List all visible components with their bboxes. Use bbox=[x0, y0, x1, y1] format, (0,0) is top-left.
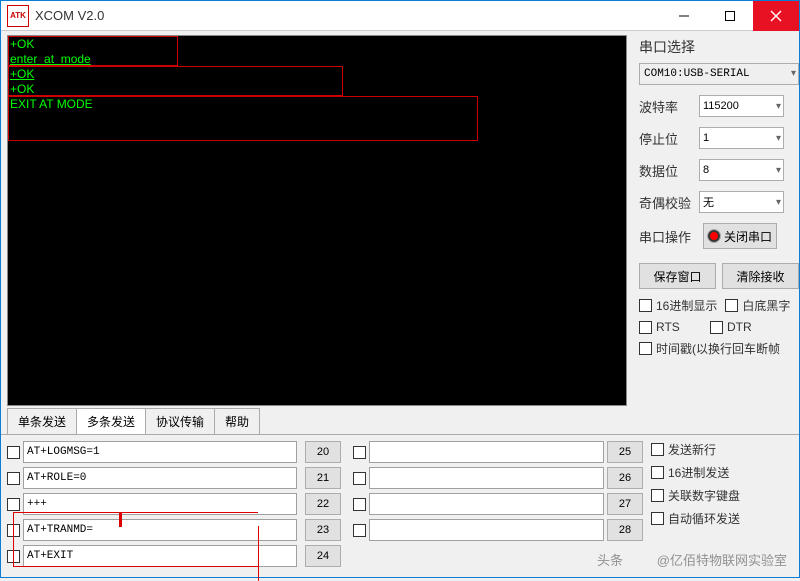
baud-label: 波特率 bbox=[639, 97, 699, 116]
tab-protocol[interactable]: 协议传输 bbox=[145, 408, 215, 434]
serial-settings-panel: 串口选择 COM10:USB-SERIAL 波特率115200 停止位1 数据位… bbox=[631, 31, 799, 406]
maximize-button[interactable] bbox=[707, 1, 753, 31]
app-logo: ATK bbox=[7, 5, 29, 27]
timestamp-checkbox[interactable] bbox=[639, 342, 652, 355]
numpad-label: 关联数字键盘 bbox=[668, 487, 740, 504]
cursor-indicator bbox=[119, 513, 122, 527]
send-slot-input[interactable] bbox=[369, 519, 604, 541]
highlight-box bbox=[8, 36, 178, 66]
annotation-line bbox=[13, 512, 258, 513]
autoloop-label: 自动循环发送 bbox=[668, 510, 740, 527]
databit-select[interactable]: 8 bbox=[699, 159, 784, 181]
send-slot-checkbox[interactable] bbox=[353, 446, 366, 459]
send-slot-button[interactable]: 21 bbox=[305, 467, 341, 489]
titlebar: ATK XCOM V2.0 bbox=[1, 1, 799, 31]
parity-label: 奇偶校验 bbox=[639, 193, 699, 212]
stopbit-label: 停止位 bbox=[639, 129, 699, 148]
watermark-author: @亿佰特物联网实验室 bbox=[657, 550, 787, 569]
hex-display-label: 16进制显示 bbox=[656, 297, 717, 314]
close-button[interactable] bbox=[753, 1, 799, 31]
send-slot-button[interactable]: 25 bbox=[607, 441, 643, 463]
port-select[interactable]: COM10:USB-SERIAL bbox=[639, 63, 799, 85]
autoloop-checkbox[interactable] bbox=[651, 512, 664, 525]
send-slot-input[interactable]: AT+ROLE=0 bbox=[23, 467, 297, 489]
send-slot-input[interactable] bbox=[369, 441, 604, 463]
save-window-button[interactable]: 保存窗口 bbox=[639, 263, 716, 289]
record-icon bbox=[708, 230, 720, 242]
send-slot-input[interactable] bbox=[369, 493, 604, 515]
whitebg-label: 白底黑字 bbox=[742, 297, 790, 314]
send-slot-checkbox[interactable] bbox=[353, 498, 366, 511]
send-slot-checkbox[interactable] bbox=[7, 446, 20, 459]
dtr-checkbox[interactable] bbox=[710, 321, 723, 334]
tab-single-send[interactable]: 单条发送 bbox=[7, 408, 77, 434]
panel-title: 串口选择 bbox=[639, 37, 799, 57]
timestamp-label: 时间戳(以换行回车断帧 bbox=[656, 340, 780, 357]
whitebg-checkbox[interactable] bbox=[725, 299, 738, 312]
send-slot-checkbox[interactable] bbox=[353, 524, 366, 537]
send-newline-checkbox[interactable] bbox=[651, 443, 664, 456]
hex-display-checkbox[interactable] bbox=[639, 299, 652, 312]
app-title: XCOM V2.0 bbox=[35, 8, 661, 23]
dtr-label: DTR bbox=[727, 320, 752, 334]
annotation-line bbox=[13, 512, 14, 566]
send-slot-input[interactable]: AT+LOGMSG=1 bbox=[23, 441, 297, 463]
send-slot-input[interactable]: AT+TRANMD= bbox=[23, 519, 297, 541]
send-slot-button[interactable]: 20 bbox=[305, 441, 341, 463]
send-slot-checkbox[interactable] bbox=[353, 472, 366, 485]
minimize-button[interactable] bbox=[661, 1, 707, 31]
send-slot-button[interactable]: 24 bbox=[305, 545, 341, 567]
send-slot-button[interactable]: 23 bbox=[305, 519, 341, 541]
send-slot-button[interactable]: 28 bbox=[607, 519, 643, 541]
send-slot-checkbox[interactable] bbox=[7, 472, 20, 485]
tab-help[interactable]: 帮助 bbox=[214, 408, 260, 434]
send-slot-button[interactable]: 22 bbox=[305, 493, 341, 515]
send-slot-input[interactable] bbox=[369, 467, 604, 489]
send-slot-checkbox[interactable] bbox=[7, 498, 20, 511]
stopbit-select[interactable]: 1 bbox=[699, 127, 784, 149]
watermark-head: 头条 bbox=[597, 550, 623, 569]
databit-label: 数据位 bbox=[639, 161, 699, 180]
rts-label: RTS bbox=[656, 320, 706, 334]
tab-multi-send[interactable]: 多条发送 bbox=[76, 408, 146, 434]
baud-select[interactable]: 115200 bbox=[699, 95, 784, 117]
rts-checkbox[interactable] bbox=[639, 321, 652, 334]
send-newline-label: 发送新行 bbox=[668, 441, 716, 458]
send-tabs: 单条发送 多条发送 协议传输 帮助 bbox=[1, 408, 799, 435]
clear-receive-button[interactable]: 清除接收 bbox=[722, 263, 799, 289]
port-op-label: 串口操作 bbox=[639, 227, 699, 246]
highlight-box bbox=[8, 96, 478, 141]
annotation-line bbox=[13, 566, 258, 567]
terminal-output: +OK enter_at_mode +OK +OK EXIT AT MODE bbox=[7, 35, 627, 406]
highlight-box bbox=[8, 66, 343, 96]
annotation-line bbox=[258, 526, 259, 581]
send-slot-input[interactable]: AT+EXIT bbox=[23, 545, 297, 567]
hex-send-checkbox[interactable] bbox=[651, 466, 664, 479]
parity-select[interactable]: 无 bbox=[699, 191, 784, 213]
close-port-button[interactable]: 关闭串口 bbox=[703, 223, 777, 249]
hex-send-label: 16进制发送 bbox=[668, 464, 729, 481]
send-slot-button[interactable]: 27 bbox=[607, 493, 643, 515]
numpad-checkbox[interactable] bbox=[651, 489, 664, 502]
send-slot-button[interactable]: 26 bbox=[607, 467, 643, 489]
